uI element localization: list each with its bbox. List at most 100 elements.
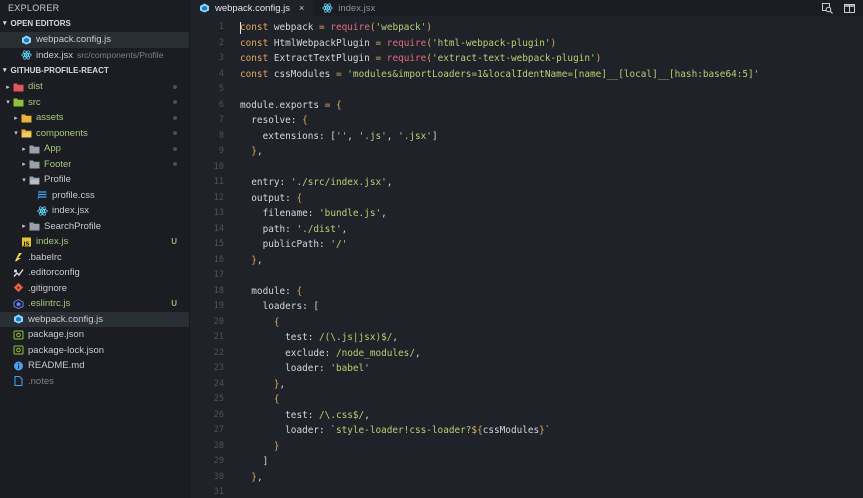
file-tree-file[interactable]: JS index.js U <box>0 234 189 250</box>
file-tree-file[interactable]: .eslintrc.js U <box>0 296 189 312</box>
file-tree-file[interactable]: .gitignore <box>0 281 189 297</box>
code-editor[interactable]: 1 2 3 4 5 6 7 8 9 10 11 12 13 14 15 16 17 18 19 20 21 22 23 24 2… <box>190 16 863 498</box>
file-tree-file[interactable]: .notes <box>0 374 189 390</box>
code-token: filename: <box>240 208 320 219</box>
code-line: resolve: { <box>240 113 863 129</box>
file-tree-file[interactable]: package.json <box>0 327 189 343</box>
code-token: , <box>256 254 263 266</box>
code-token: const <box>240 53 269 64</box>
code-line: }, <box>240 144 863 160</box>
code-token: { <box>336 99 342 111</box>
line-number: 28 <box>213 440 224 451</box>
code-area[interactable]: const webpack = require('webpack') const … <box>240 20 863 498</box>
file-tree-file[interactable]: index.jsx <box>0 203 189 219</box>
line-number: 2 <box>218 37 224 48</box>
line-number-gutter: 1 2 3 4 5 6 7 8 9 10 11 12 13 14 15 16 17 18 19 20 21 22 23 24 2… <box>190 20 224 498</box>
code-line: { <box>240 392 863 408</box>
line-number: 11 <box>213 177 224 187</box>
code-token: , <box>392 332 399 343</box>
code-token: resolve: <box>240 115 303 126</box>
code-token: test: <box>240 332 320 343</box>
code-line: } <box>240 439 863 455</box>
code-token: const <box>240 37 269 49</box>
folder-dist-icon <box>12 82 24 92</box>
file-tree-folder[interactable]: ▸ Footer <box>0 157 189 173</box>
file-tree-file[interactable]: .babelrc <box>0 250 189 266</box>
code-token: const <box>240 68 269 80</box>
file-tree: ▸ dist ▾ src ▸ assets ▾ components ▸ App ▸ Footer ▾ P… <box>0 79 189 389</box>
editorconfig-icon <box>12 268 24 278</box>
line-number: 29 <box>213 456 224 466</box>
folder-icon <box>28 159 40 169</box>
code-token: , <box>256 146 263 157</box>
open-editor-item[interactable]: webpack.config.js <box>0 32 189 48</box>
code-token: '/' <box>330 239 348 250</box>
file-tree-label: App <box>44 143 61 155</box>
search-in-editor-icon[interactable] <box>821 2 833 14</box>
code-line: const ExtractTextPlugin = require('extra… <box>240 51 863 67</box>
line-number: 27 <box>213 425 224 435</box>
code-line: path: './dist', <box>240 222 863 238</box>
open-editors-title: OPEN EDITORS <box>10 19 71 28</box>
tab-webpack-config-js[interactable]: webpack.config.js × <box>190 0 314 16</box>
tab-label: index.jsx <box>338 2 376 14</box>
code-token: cssModules <box>268 68 336 80</box>
file-tree-folder[interactable]: ▾ Profile <box>0 172 189 188</box>
code-token: , <box>279 378 286 390</box>
code-token: , <box>364 409 370 421</box>
tab-index-jsx[interactable]: index.jsx <box>313 0 384 16</box>
file-tree-folder[interactable]: ▸ App <box>0 141 189 157</box>
file-tree-folder[interactable]: ▾ components <box>0 126 189 142</box>
open-editors-section-header[interactable]: ▾ OPEN EDITORS <box>0 16 189 32</box>
code-token: /node_modules/ <box>335 347 415 359</box>
close-icon[interactable]: × <box>299 3 304 13</box>
line-number: 1 <box>218 22 224 32</box>
chevron-right-icon: ▸ <box>14 114 18 122</box>
css-icon <box>36 190 48 200</box>
file-tree-label: index.js <box>36 236 69 248</box>
code-token: '.js' <box>358 130 387 142</box>
split-editor-icon[interactable] <box>843 2 855 14</box>
code-token: module <box>240 99 274 111</box>
line-number: 7 <box>218 115 224 125</box>
file-tree-file[interactable]: package-lock.json <box>0 343 189 359</box>
code-token: ` <box>544 425 551 436</box>
code-token: exports <box>279 99 325 111</box>
line-number: 12 <box>213 192 224 203</box>
file-tree-file[interactable]: webpack.config.js <box>0 311 189 327</box>
npm-icon <box>12 330 24 340</box>
file-tree-folder[interactable]: ▸ dist <box>0 79 189 95</box>
file-tree-file[interactable]: .editorconfig <box>0 265 189 281</box>
file-tree-label: package-lock.json <box>28 344 105 356</box>
code-token: 'modules&importLoaders=1&localIdentName=… <box>347 68 760 80</box>
project-title: GITHUB-PROFILE-REACT <box>10 66 109 75</box>
line-number: 24 <box>213 378 224 389</box>
code-token: require <box>330 22 370 33</box>
file-tree-file[interactable]: profile.css <box>0 188 189 204</box>
chevron-right-icon: ▸ <box>22 223 26 231</box>
eslint-icon <box>12 298 24 309</box>
line-number: 25 <box>213 394 224 404</box>
git-modified-dot <box>173 146 177 151</box>
file-tree-label: .editorconfig <box>28 267 80 279</box>
file-tree-label: .babelrc <box>28 251 62 263</box>
project-section-header[interactable]: ▾ GITHUB-PROFILE-REACT <box>0 63 189 79</box>
code-line: publicPath: '/' <box>240 237 863 253</box>
file-tree-file[interactable]: README.md <box>0 358 189 374</box>
open-editor-item[interactable]: index.jsx src/components/Profile <box>0 48 189 64</box>
line-number: 22 <box>213 347 224 358</box>
code-line: const cssModules = 'modules&importLoader… <box>240 67 863 83</box>
folder-icon <box>28 221 40 231</box>
file-tree-folder[interactable]: ▾ src <box>0 95 189 111</box>
file-tree-folder[interactable]: ▸ assets <box>0 110 189 126</box>
code-line: loader: 'babel' <box>240 361 863 377</box>
code-token: module: <box>240 285 297 297</box>
code-token: path: <box>240 223 297 235</box>
code-token: { <box>273 394 280 405</box>
line-number: 10 <box>213 161 224 172</box>
file-tree-folder[interactable]: ▸ SearchProfile <box>0 219 189 235</box>
folder-icon <box>28 144 40 154</box>
code-token: loaders: [ <box>240 301 320 312</box>
